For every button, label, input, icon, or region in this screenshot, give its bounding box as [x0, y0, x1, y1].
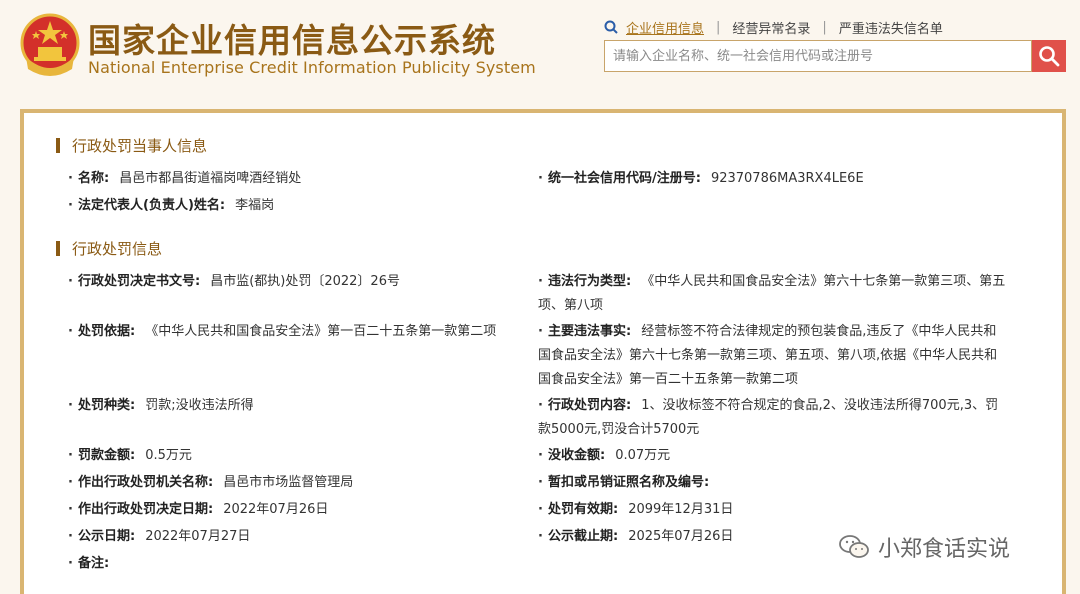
field-value: 昌邑市市场监督管理局	[223, 475, 354, 490]
field-label: 备注:	[78, 556, 110, 571]
search-input[interactable]	[604, 40, 1032, 72]
field-doc-no: · 行政处罚决定书文号: 昌市监(都执)处罚〔2022〕26号	[68, 274, 400, 289]
nav-abnormal-list[interactable]: 经营异常名录	[732, 18, 810, 37]
field-authority: · 作出行政处罚机关名称: 昌邑市市场监督管理局	[68, 475, 354, 490]
nav-separator: |	[716, 19, 721, 35]
field-penalty-kind: · 处罚种类: 罚款;没收违法所得	[68, 398, 254, 413]
search-small-icon	[604, 20, 618, 34]
field-label: 主要违法事实:	[548, 324, 632, 339]
field-decision-date: · 作出行政处罚决定日期: 2022年07月26日	[68, 502, 329, 517]
field-value: 2099年12月31日	[628, 502, 734, 517]
field-value: 罚款;没收违法所得	[145, 398, 254, 413]
field-label: 违法行为类型:	[548, 274, 632, 289]
field-value: 0.5万元	[145, 448, 192, 463]
nav-separator: |	[822, 19, 827, 35]
field-confiscation-amount: · 没收金额: 0.07万元	[538, 448, 671, 463]
penalty-section-title: 行政处罚信息	[56, 237, 162, 259]
field-violation-type: · 违法行为类型: 《中华人民共和国食品安全法》第六十七条第一款第三项、第五项、第八…	[538, 274, 1006, 313]
field-credit-code: · 统一社会信用代码/注册号: 92370786MA3RX4LE6E	[538, 171, 864, 186]
field-fine-amount: · 罚款金额: 0.5万元	[68, 448, 192, 463]
section-title-text: 行政处罚信息	[72, 239, 163, 258]
party-section-title: 行政处罚当事人信息	[56, 134, 207, 156]
field-label: 暂扣或吊销证照名称及编号:	[548, 475, 710, 490]
field-label: 处罚有效期:	[548, 502, 619, 517]
field-value: 0.07万元	[615, 448, 671, 463]
field-name: · 名称: 昌邑市都昌街道福岗啤酒经销处	[68, 171, 302, 186]
site-header: 国家企业信用信息公示系统 National Enterprise Credit …	[0, 0, 1080, 94]
field-label: 公示截止期:	[548, 529, 619, 544]
search-icon	[1039, 46, 1060, 67]
field-value: 2025年07月26日	[628, 529, 734, 544]
detail-panel: 行政处罚当事人信息 · 名称: 昌邑市都昌街道福岗啤酒经销处 · 统一社会信用代码/注…	[20, 109, 1066, 594]
section-title-text: 行政处罚当事人信息	[72, 136, 208, 155]
field-label: 作出行政处罚决定日期:	[78, 502, 214, 517]
field-label: 名称:	[78, 171, 110, 186]
field-label: 作出行政处罚机关名称:	[78, 475, 214, 490]
field-legal-rep: · 法定代表人(负责人)姓名: 李福岗	[68, 198, 275, 213]
nav-enterprise-credit[interactable]: 企业信用信息	[626, 18, 704, 37]
field-label: 罚款金额:	[78, 448, 136, 463]
section-bar	[56, 240, 60, 256]
watermark: 小郑食话实说	[838, 530, 1010, 564]
wechat-icon	[839, 535, 869, 558]
top-nav: 企业信用信息 | 经营异常名录 | 严重违法失信名单	[604, 18, 943, 37]
section-bar	[56, 137, 60, 153]
field-label: 统一社会信用代码/注册号:	[548, 171, 701, 186]
watermark-text: 小郑食话实说	[878, 537, 1011, 562]
field-value: 2022年07月26日	[223, 502, 329, 517]
search-button[interactable]	[1032, 40, 1066, 72]
field-publish-date: · 公示日期: 2022年07月27日	[68, 529, 251, 544]
field-value: 2022年07月27日	[145, 529, 251, 544]
field-value: 《中华人民共和国食品安全法》第一百二十五条第一款第二项	[145, 324, 497, 339]
site-subtitle: National Enterprise Credit Information P…	[88, 58, 536, 77]
field-main-facts: · 主要违法事实: 经营标签不符合法律规定的预包装食品,违反了《中华人民共和国食品安…	[538, 324, 998, 387]
field-penalty-content: · 行政处罚内容: 1、没收标签不符合规定的食品,2、没收违法所得700元,3、罚款…	[538, 398, 999, 437]
field-label: 处罚种类:	[78, 398, 136, 413]
site-title: 国家企业信用信息公示系统	[88, 21, 496, 60]
field-value: 昌邑市都昌街道福岗啤酒经销处	[119, 171, 302, 186]
field-label: 行政处罚内容:	[548, 398, 632, 413]
field-label: 法定代表人(负责人)姓名:	[78, 198, 226, 213]
national-emblem-icon	[20, 13, 80, 76]
field-label: 没收金额:	[548, 448, 606, 463]
field-value: 李福岗	[235, 198, 275, 213]
field-label: 处罚依据:	[78, 324, 136, 339]
field-value: 92370786MA3RX4LE6E	[710, 171, 864, 186]
field-label: 行政处罚决定书文号:	[78, 274, 201, 289]
field-value: 昌市监(都执)处罚〔2022〕26号	[210, 274, 400, 289]
field-basis: · 处罚依据: 《中华人民共和国食品安全法》第一百二十五条第一款第二项	[68, 324, 497, 339]
field-label: 公示日期:	[78, 529, 136, 544]
nav-serious-violation-list[interactable]: 严重违法失信名单	[839, 18, 943, 37]
field-valid-until: · 处罚有效期: 2099年12月31日	[538, 502, 734, 517]
field-remarks: · 备注:	[68, 556, 110, 571]
field-license-revoke: · 暂扣或吊销证照名称及编号:	[538, 475, 710, 490]
